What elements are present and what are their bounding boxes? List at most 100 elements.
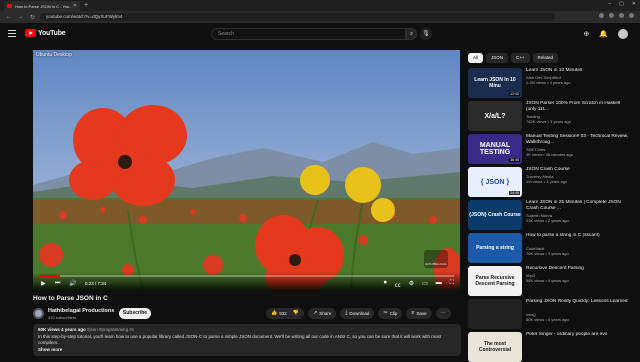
microphone-icon[interactable]: 🎙 xyxy=(420,28,432,40)
clip-label: Clip xyxy=(389,311,398,316)
video-thumbnail[interactable]: Parsing a string xyxy=(468,233,522,263)
notifications-bell-icon[interactable]: 🔔 xyxy=(599,30,608,38)
description-box[interactable]: 60K views 4 years ago #json #programming… xyxy=(33,324,461,356)
video-duration: 24:49 xyxy=(509,191,520,195)
channel-avatar[interactable] xyxy=(33,308,44,319)
video-thumbnail[interactable] xyxy=(468,299,522,329)
recommended-video[interactable]: X/a/L? JSON Parser 100% From Scratch in H… xyxy=(468,101,630,131)
video-thumbnail[interactable]: Parse Recursive Descent Parsing xyxy=(468,266,522,296)
recommended-video-title[interactable]: Recursive Descent Parsing xyxy=(526,266,630,272)
chip-cpp[interactable]: C++ xyxy=(511,53,530,63)
create-icon[interactable]: ⊕ xyxy=(583,30,589,38)
video-thumbnail[interactable]: X/a/L? xyxy=(468,101,522,131)
save-button[interactable]: ≡ Save xyxy=(406,308,432,319)
theater-mode-icon[interactable]: ▬ xyxy=(436,280,442,289)
video-player[interactable]: Ubuntu Desktop HATHIBELAGAL ▶ ⏭ 🔊 0:23 /… xyxy=(33,50,460,290)
show-more-link[interactable]: Show more xyxy=(38,347,456,352)
thumbnail-text: Parse Recursive Descent Parsing xyxy=(475,275,515,287)
recommended-video[interactable]: Parsing a string How to parse a string in… xyxy=(468,233,630,263)
bookmark-icon[interactable] xyxy=(609,13,614,18)
back-icon[interactable]: ← xyxy=(5,14,12,20)
video-thumbnail[interactable]: Learn JSON In 10 Minu 12:00 xyxy=(468,68,522,98)
recommended-video-title[interactable]: Parsing JSON Really Quickly: Lessons Lea… xyxy=(526,299,630,305)
play-icon[interactable]: ▶ xyxy=(41,280,46,287)
hashtags[interactable]: #json #programming #c xyxy=(87,327,134,332)
recommended-video[interactable]: MANUAL TESTING 36:45 Manual Testing Sessio… xyxy=(468,134,630,164)
subscribe-button[interactable]: Subscribe xyxy=(119,308,151,319)
thumbs-down-icon[interactable]: 👎 xyxy=(293,308,299,319)
minimize-icon[interactable]: – xyxy=(608,1,611,7)
player-controls: ▶ ⏭ 🔊 0:23 / 7:34 ⏺ ㏄ ⚙ ▭ ▬ ⛶ xyxy=(33,272,460,290)
recommended-video-meta: 56K views • 4 years ago xyxy=(526,278,569,283)
fullscreen-icon[interactable]: ⛶ xyxy=(450,280,454,289)
youtube-logo[interactable]: YouTube xyxy=(25,29,66,37)
recommended-video-title[interactable]: JSON Crash Course xyxy=(526,167,630,173)
youtube-wordmark: YouTube xyxy=(38,29,66,37)
miniplayer-icon[interactable]: ▭ xyxy=(422,280,428,289)
forward-icon[interactable]: → xyxy=(17,14,24,20)
recommended-video[interactable]: Parsing JSON Really Quickly: Lessons Lea… xyxy=(468,299,630,329)
reload-icon[interactable]: ↻ xyxy=(29,14,36,21)
address-bar[interactable]: youtube.com/watch?v=dQyXuFWylm4 xyxy=(40,13,555,21)
more-actions-button[interactable]: ⋯ xyxy=(435,308,451,319)
channel-watermark[interactable]: HATHIBELAGAL xyxy=(424,250,448,268)
like-button[interactable]: 👍 932 👎 xyxy=(266,308,304,319)
chip-json[interactable]: JSON xyxy=(486,53,509,63)
close-tab-icon[interactable]: ✕ xyxy=(73,3,77,9)
recommended-video[interactable]: {JSON} Crash Course Learn JSON in 25 Minu… xyxy=(468,200,630,230)
video-duration: 12:00 xyxy=(509,92,520,96)
chip-related[interactable]: Related xyxy=(532,53,559,63)
video-thumbnail[interactable]: { JSON } 24:49 xyxy=(468,167,522,197)
share-icon: ↗ xyxy=(312,310,318,316)
video-thumbnail[interactable]: The most Controversial xyxy=(468,332,522,362)
new-tab-icon[interactable]: + xyxy=(84,1,88,10)
recommended-video-title[interactable]: Learn JSON in 10 Minutes xyxy=(526,68,630,74)
clip-button[interactable]: ✂ Clip xyxy=(378,308,403,319)
recommended-video-meta: 76K views • 3 years ago xyxy=(526,251,569,256)
search-input[interactable]: Search xyxy=(211,28,406,40)
thumbnail-text: MANUAL TESTING xyxy=(479,142,511,156)
video-thumbnail[interactable]: MANUAL TESTING 36:45 xyxy=(468,134,522,164)
browser-tab[interactable]: How to Parse JSON in C - You... ✕ xyxy=(4,1,80,11)
youtube-favicon-icon xyxy=(7,4,12,8)
video-thumbnail[interactable]: {JSON} Crash Course xyxy=(468,200,522,230)
hamburger-menu-icon[interactable] xyxy=(8,30,16,37)
search-icon[interactable]: ⌕ xyxy=(406,28,417,40)
recommended-video[interactable]: Parse Recursive Descent Parsing Recursive… xyxy=(468,266,630,296)
volume-icon[interactable]: 🔊 xyxy=(69,280,76,287)
recommended-video-title[interactable]: JSON Parser 100% From Scratch in Haskell… xyxy=(526,101,630,113)
save-playlist-icon: ≡ xyxy=(411,310,415,316)
chip-all[interactable]: All xyxy=(468,53,484,63)
settings-gear-icon[interactable]: ⚙ xyxy=(409,280,414,289)
share-button[interactable]: ↗ Share xyxy=(307,308,337,319)
download-button[interactable]: ⤓ Download xyxy=(340,308,375,319)
download-icon: ⤓ xyxy=(345,310,348,316)
close-window-icon[interactable]: ✕ xyxy=(632,1,636,7)
thumbnail-text: {JSON} Crash Course xyxy=(469,212,521,218)
channel-name[interactable]: Hathibelagal Productions xyxy=(48,308,114,314)
masthead: YouTube Search ⌕ 🎙 ⊕ 🔔 xyxy=(0,23,640,45)
recommended-video-title[interactable]: How to parse a string in C (sscanf) xyxy=(526,233,630,239)
more-horizontal-icon: ⋯ xyxy=(440,310,446,316)
recommended-video-meta: 50K views • 4 years ago xyxy=(526,317,569,322)
captions-icon[interactable]: ㏄ xyxy=(395,280,401,289)
browser-toolbar: ← → ↻ youtube.com/watch?v=dQyXuFWylm4 xyxy=(0,11,640,23)
profile-icon[interactable] xyxy=(619,13,624,18)
recommended-video[interactable]: The most Controversial Peter Singer - ord… xyxy=(468,332,630,362)
browser-extension-icons xyxy=(599,13,634,18)
recommended-video[interactable]: Learn JSON In 10 Minu 12:00 Learn JSON in … xyxy=(468,68,630,98)
next-icon[interactable]: ⏭ xyxy=(55,280,60,287)
recommended-video-title[interactable]: Peter Singer - ordinary people are evil xyxy=(526,332,630,338)
extension-icon[interactable] xyxy=(599,13,604,18)
menu-icon[interactable] xyxy=(629,13,634,18)
maximize-icon[interactable]: ▢ xyxy=(619,1,624,7)
recommended-video-title[interactable]: Manual Testing Session# 03 - Technical R… xyxy=(526,134,630,146)
video-title: How to Parse JSON in C xyxy=(33,295,108,302)
thumbnail-text: { JSON } xyxy=(480,178,510,186)
recommended-video[interactable]: { JSON } 24:49 JSON Crash Course Traversy M… xyxy=(468,167,630,197)
autoplay-toggle-icon[interactable]: ⏺ xyxy=(384,280,387,289)
account-avatar[interactable] xyxy=(618,29,628,39)
recommended-video-title[interactable]: Learn JSON in 25 Minutes | Complete JSON… xyxy=(526,200,630,212)
masthead-actions: ⊕ 🔔 xyxy=(583,29,628,39)
progress-bar[interactable] xyxy=(39,275,454,277)
